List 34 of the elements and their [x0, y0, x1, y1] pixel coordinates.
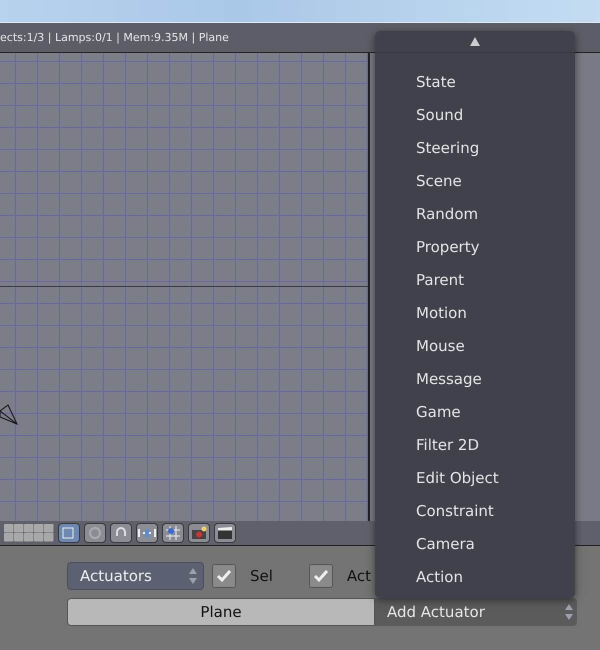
menu-item[interactable]: Property — [375, 230, 575, 263]
menu-item[interactable]: Parent — [375, 263, 575, 296]
clapperboard-icon[interactable] — [214, 523, 236, 543]
checkmark-icon — [216, 569, 232, 583]
menu-item[interactable]: Scene — [375, 164, 575, 197]
grid-snap-icon[interactable] — [162, 523, 184, 543]
up-down-arrows-icon — [189, 567, 197, 585]
checkbox-label: Sel — [250, 567, 273, 585]
magnet-icon[interactable] — [110, 523, 132, 543]
checkbox[interactable] — [212, 564, 236, 588]
logic-type-select[interactable]: Actuators — [67, 562, 204, 590]
checkmark-icon — [312, 569, 329, 583]
menu-item[interactable]: Mouse — [375, 329, 575, 362]
scroll-up-arrow-icon[interactable] — [470, 37, 480, 46]
object-name-button[interactable]: Plane — [67, 598, 375, 626]
menu-item[interactable]: Steering — [375, 131, 575, 164]
menu-item[interactable]: State — [375, 65, 575, 98]
menu-item[interactable]: Constraint — [375, 494, 575, 527]
menu-item[interactable]: Action — [375, 560, 575, 593]
menu-item[interactable]: Filter 2D — [375, 428, 575, 461]
up-down-arrows-icon — [565, 603, 573, 621]
snap-icon[interactable] — [136, 523, 158, 543]
menu-item[interactable]: Game — [375, 395, 575, 428]
menu-item[interactable]: Random — [375, 197, 575, 230]
menu-item[interactable]: Edit Object — [375, 461, 575, 494]
menu-item[interactable]: Camera — [375, 527, 575, 560]
camera-icon[interactable] — [188, 523, 210, 543]
add-actuator-select[interactable]: Add Actuator — [375, 598, 577, 626]
menu-item[interactable]: Motion — [375, 296, 575, 329]
checkbox[interactable] — [308, 564, 333, 588]
menu-item[interactable]: Message — [375, 362, 575, 395]
menu-item[interactable]: Sound — [375, 98, 575, 131]
scene-statistics: ects:1/3 | Lamps:0/1 | Mem:9.35M | Plane — [0, 31, 229, 44]
checkbox-label: Act — [346, 567, 372, 585]
